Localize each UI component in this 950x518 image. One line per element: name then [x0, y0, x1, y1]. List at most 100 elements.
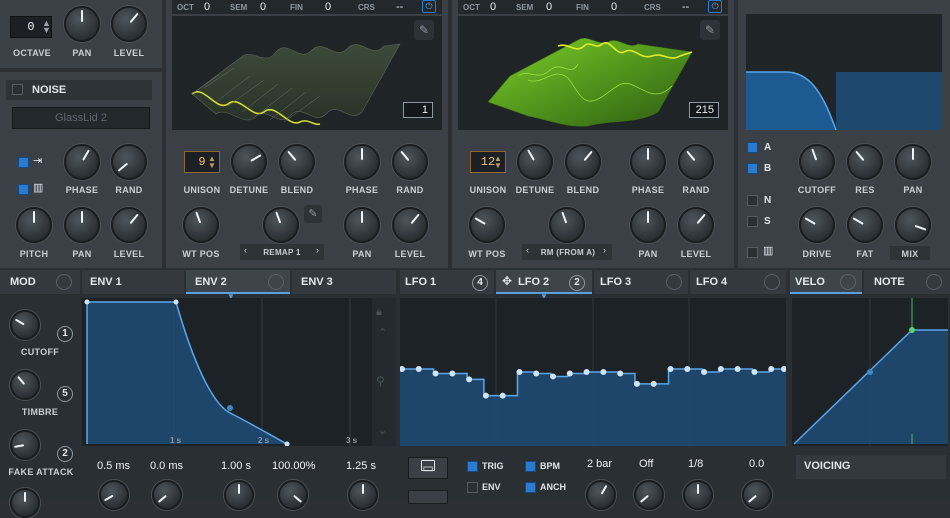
lfo-point[interactable] — [415, 366, 422, 373]
lfo-point[interactable] — [583, 369, 590, 375]
osc-b-level-knob[interactable] — [678, 207, 714, 243]
lfo-env-checkbox[interactable] — [467, 482, 478, 493]
osc-b-power-icon[interactable]: ⏻ — [708, 0, 722, 13]
noise-level-knob[interactable] — [111, 207, 147, 243]
mod-fake-attack-count[interactable]: 2 — [57, 446, 73, 462]
osc-b-edit-icon[interactable]: ✎ — [700, 20, 720, 40]
lfo-point[interactable] — [650, 380, 657, 387]
filter-res-knob[interactable] — [847, 144, 883, 180]
osc-b-detune-knob[interactable] — [517, 144, 553, 180]
lfo-point[interactable] — [734, 366, 741, 373]
osc-b-rm-knob[interactable] — [549, 207, 585, 243]
mod-timbre-knob[interactable] — [10, 370, 40, 400]
envelope-display[interactable] — [82, 298, 372, 447]
sub-level-knob[interactable] — [111, 6, 147, 42]
osc-a-blend-knob[interactable] — [279, 144, 315, 180]
filter-osc-b-checkbox[interactable] — [747, 163, 758, 174]
osc-a-sem-value[interactable]: 0 — [260, 1, 266, 13]
lfo2-drag-icon[interactable]: ✥ — [502, 274, 512, 288]
osc-b-blend-knob[interactable] — [565, 144, 601, 180]
osc-b-crs-value[interactable]: -- — [682, 1, 689, 13]
filter-cutoff-knob[interactable] — [799, 144, 835, 180]
osc-b-wtpos-knob[interactable] — [469, 207, 505, 243]
lfo-grid-value[interactable]: 1/8 — [688, 458, 703, 470]
lfo-point[interactable] — [482, 392, 489, 399]
lfo4-power-icon[interactable] — [764, 274, 780, 290]
osc-a-rand-knob[interactable] — [392, 144, 428, 180]
osc-b-unison-arrows-icon[interactable]: ▲ ▼ — [494, 155, 502, 170]
mod-cutoff-knob[interactable] — [10, 310, 40, 340]
noise-enable-checkbox[interactable] — [12, 84, 23, 95]
osc-a-wtpos-knob[interactable] — [183, 207, 219, 243]
noise-preset-field[interactable]: GlassLid 2 — [12, 107, 150, 129]
lfo-point[interactable] — [684, 366, 691, 373]
warp-next-icon[interactable]: › — [603, 245, 606, 255]
env2-power-icon[interactable] — [268, 274, 284, 290]
lfo-point[interactable] — [633, 380, 640, 387]
env-decay-value[interactable]: 1.00 s — [221, 460, 251, 472]
osc-b-sem-value[interactable]: 0 — [546, 1, 552, 13]
remap-prev-icon[interactable]: ‹ — [244, 245, 247, 255]
filter-osc-a-checkbox[interactable] — [747, 142, 758, 153]
warp-prev-icon[interactable]: ‹ — [526, 245, 529, 255]
velo-power-icon[interactable] — [840, 274, 856, 290]
lfo-point[interactable] — [717, 366, 724, 373]
lfo-point[interactable] — [566, 370, 573, 377]
velocity-display[interactable] — [792, 298, 948, 446]
filter-keytrack-checkbox[interactable] — [747, 247, 758, 258]
osc-a-remap-knob[interactable] — [263, 207, 299, 243]
filter-display[interactable] — [746, 14, 942, 131]
mod-fake-attack-knob[interactable] — [10, 430, 40, 460]
lfo-rate-knob[interactable] — [586, 480, 616, 510]
env-hold-knob[interactable] — [152, 480, 182, 510]
lfo-bpm-checkbox[interactable] — [525, 461, 536, 472]
sub-pan-knob[interactable] — [64, 6, 100, 42]
env-release-value[interactable]: 1.25 s — [346, 460, 376, 472]
lfo2-count[interactable]: 2 — [569, 275, 585, 291]
lfo-point[interactable] — [550, 373, 557, 380]
osc-a-fin-value[interactable]: 0 — [325, 1, 331, 13]
lfo-anch-checkbox[interactable] — [525, 482, 536, 493]
osc-a-power-icon[interactable]: ⏻ — [422, 0, 436, 13]
filter-sub-checkbox[interactable] — [747, 216, 758, 227]
noise-pitch-knob[interactable] — [16, 207, 52, 243]
noise-phase-knob[interactable] — [64, 144, 100, 180]
lfo-trig-checkbox[interactable] — [467, 461, 478, 472]
filter-noise-checkbox[interactable] — [747, 195, 758, 206]
lfo-point[interactable] — [432, 370, 439, 377]
osc-a-pan-knob[interactable] — [344, 207, 380, 243]
lfo1-count[interactable]: 4 — [472, 275, 488, 291]
env-decay-knob[interactable] — [224, 480, 254, 510]
lfo-smooth-knob[interactable] — [742, 480, 772, 510]
osc-a-oct-value[interactable]: 0 — [204, 1, 210, 13]
remap-next-icon[interactable]: › — [316, 245, 319, 255]
lfo-point[interactable] — [516, 369, 523, 375]
osc-a-phase-knob[interactable] — [344, 144, 380, 180]
lfo-point[interactable] — [768, 366, 775, 373]
lfo-point[interactable] — [600, 369, 607, 375]
osc-a-level-knob[interactable] — [392, 207, 428, 243]
filter-fat-knob[interactable] — [847, 207, 883, 243]
env-attack-value[interactable]: 0.5 ms — [97, 460, 130, 472]
noise-keyboard-checkbox[interactable] — [18, 184, 29, 195]
osc-b-phase-knob[interactable] — [630, 144, 666, 180]
env-hold-value[interactable]: 0.0 ms — [150, 460, 183, 472]
osc-b-fin-value[interactable]: 0 — [611, 1, 617, 13]
osc-b-pan-knob[interactable] — [630, 207, 666, 243]
lfo-display[interactable] — [399, 298, 787, 446]
env-attack-knob[interactable] — [99, 480, 129, 510]
note-power-icon[interactable] — [926, 274, 942, 290]
lfo-point[interactable] — [466, 376, 473, 383]
mod-timbre-count[interactable]: 5 — [57, 386, 73, 402]
osc-b-oct-value[interactable]: 0 — [490, 1, 496, 13]
env-sustain-value[interactable]: 100.00% — [272, 460, 315, 472]
osc-a-unison-arrows-icon[interactable]: ▲ ▼ — [208, 155, 216, 170]
env-down-icon[interactable]: ⌄ — [378, 424, 387, 437]
osc-a-warp-edit-icon[interactable]: ✎ — [304, 205, 322, 223]
filter-mix-knob[interactable] — [895, 207, 931, 243]
env-up-icon[interactable]: ⌃ — [378, 326, 387, 339]
lfo-rise-knob[interactable] — [634, 480, 664, 510]
env-search-icon[interactable]: ⚲ — [376, 374, 385, 388]
lfo-point[interactable] — [533, 370, 540, 377]
lfo-point[interactable] — [667, 366, 674, 373]
